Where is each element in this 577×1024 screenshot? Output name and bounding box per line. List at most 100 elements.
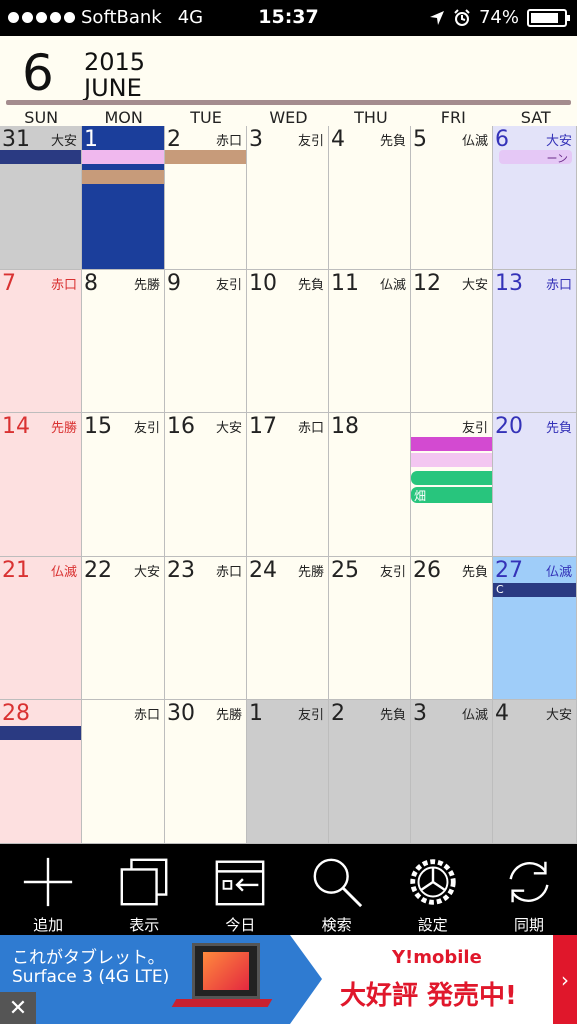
ad-brand: Y!mobile bbox=[392, 947, 482, 968]
rokuyo-label: 友引 bbox=[215, 277, 242, 293]
ad-close-button[interactable]: ✕ bbox=[0, 992, 36, 1024]
day-cell[interactable]: 1 友引 bbox=[247, 700, 329, 844]
event-bar[interactable]: C bbox=[493, 582, 576, 597]
plus-icon bbox=[23, 857, 73, 907]
day-cell[interactable]: 1 bbox=[82, 126, 165, 270]
day-number: 3 bbox=[413, 701, 427, 727]
day-cell[interactable]: 27 仏滅 C bbox=[493, 556, 577, 701]
rokuyo-label: 仏滅 bbox=[461, 134, 488, 149]
day-number: 21 bbox=[2, 557, 30, 583]
day-number: 25 bbox=[331, 557, 359, 583]
day-cell[interactable]: 10 先負 bbox=[247, 269, 329, 414]
day-number: 4 bbox=[495, 701, 509, 727]
rokuyo-label: 大安 bbox=[133, 564, 160, 580]
day-cell[interactable]: 14 先勝 bbox=[0, 413, 82, 557]
weekday-mon: MON bbox=[104, 108, 143, 127]
day-cell[interactable]: 7 赤口 bbox=[0, 269, 82, 414]
day-cell[interactable]: 2 先負 bbox=[329, 700, 411, 844]
event-bar[interactable] bbox=[0, 150, 81, 164]
day-number: 15 bbox=[84, 414, 112, 440]
weekday-fri: FRI bbox=[440, 108, 466, 127]
rokuyo-label: 先負 bbox=[379, 708, 406, 724]
ad-next-button[interactable]: › bbox=[553, 935, 577, 1024]
view-button[interactable]: 表示 bbox=[96, 844, 192, 935]
add-button[interactable]: 追加 bbox=[0, 844, 96, 935]
sync-button[interactable]: 同期 bbox=[481, 844, 577, 935]
rokuyo-label: 友引 bbox=[133, 421, 160, 437]
settings-button[interactable]: 設定 bbox=[385, 844, 481, 935]
day-cell[interactable]: 26 先負 bbox=[411, 556, 493, 701]
day-number: 16 bbox=[167, 414, 195, 440]
event-bar[interactable] bbox=[411, 437, 492, 452]
day-cell[interactable]: 2 赤口 bbox=[165, 126, 247, 270]
day-cell[interactable]: 4 大安 bbox=[493, 700, 577, 844]
day-number: 1 bbox=[249, 701, 263, 727]
rokuyo-label: 赤口 bbox=[50, 277, 77, 293]
status-right: 74% bbox=[429, 7, 570, 28]
day-number: 30 bbox=[167, 701, 195, 727]
rokuyo-label: 大安 bbox=[545, 134, 572, 149]
event-bar[interactable] bbox=[411, 453, 492, 468]
day-number: 24 bbox=[249, 557, 277, 583]
day-cell[interactable]: 赤口 bbox=[82, 700, 165, 844]
day-cell[interactable]: 23 赤口 bbox=[165, 556, 247, 701]
rokuyo-label: 友引 bbox=[461, 421, 488, 437]
day-cell[interactable]: 30 先勝 bbox=[165, 700, 247, 844]
day-cell[interactable]: 9 友引 bbox=[165, 269, 247, 414]
year-label: 2015 bbox=[84, 48, 146, 76]
rokuyo-label: 友引 bbox=[379, 564, 406, 580]
ad-banner[interactable]: これがタブレット。 Surface 3 (4G LTE) Y!mobile 大好… bbox=[0, 935, 577, 1024]
weekday-sat: SAT bbox=[520, 108, 551, 127]
event-bar[interactable] bbox=[411, 471, 492, 486]
day-cell[interactable]: 20 先負 bbox=[493, 413, 577, 557]
day-cell[interactable]: 18 bbox=[329, 413, 411, 557]
day-cell[interactable]: 24 先勝 bbox=[247, 556, 329, 701]
event-bar[interactable] bbox=[82, 150, 164, 164]
day-cell[interactable]: 8 先勝 bbox=[82, 269, 165, 414]
day-number: 27 bbox=[495, 557, 523, 583]
day-number: 20 bbox=[495, 414, 523, 440]
day-cell[interactable]: 5 仏滅 bbox=[411, 126, 493, 270]
day-cell[interactable]: 3 仏滅 bbox=[411, 700, 493, 844]
day-number: 4 bbox=[331, 127, 345, 152]
day-cell[interactable]: 22 大安 bbox=[82, 556, 165, 701]
day-cell[interactable]: 11 仏滅 bbox=[329, 269, 411, 414]
day-cell[interactable]: 28 bbox=[0, 700, 82, 844]
event-bar[interactable]: 畑 bbox=[411, 487, 492, 504]
weekday-wed: WED bbox=[269, 108, 308, 127]
day-cell[interactable]: 15 友引 bbox=[82, 413, 165, 557]
location-arrow-icon bbox=[429, 10, 444, 25]
day-number: 12 bbox=[413, 270, 441, 296]
day-cell[interactable]: 友引 畑 bbox=[411, 413, 493, 557]
weekday-thu: THU bbox=[354, 108, 388, 127]
ad-product: Surface 3 (4G LTE) bbox=[12, 967, 170, 987]
rokuyo-label: 先負 bbox=[461, 564, 488, 580]
day-cell[interactable]: 6 大安 ーン bbox=[493, 126, 577, 270]
battery-icon bbox=[527, 8, 570, 27]
event-bar[interactable] bbox=[82, 170, 164, 184]
view-label: 表示 bbox=[129, 916, 160, 934]
day-cell[interactable]: 25 友引 bbox=[329, 556, 411, 701]
day-cell[interactable]: 16 大安 bbox=[165, 413, 247, 557]
day-cell[interactable]: 4 先負 bbox=[329, 126, 411, 270]
day-number: 6 bbox=[495, 127, 509, 152]
event-bar[interactable] bbox=[0, 726, 81, 741]
rokuyo-label: 赤口 bbox=[215, 134, 242, 149]
day-cell[interactable]: 31 大安 bbox=[0, 126, 82, 270]
calendar-header: 6 2015 JUNE bbox=[0, 36, 577, 106]
day-cell[interactable]: 12 大安 bbox=[411, 269, 493, 414]
day-cell[interactable]: 17 赤口 bbox=[247, 413, 329, 557]
ad-arrow-shape bbox=[290, 935, 322, 1024]
view-windows-icon bbox=[120, 858, 168, 906]
day-number: 18 bbox=[331, 414, 359, 440]
event-bar[interactable]: ーン bbox=[499, 150, 572, 164]
event-bar[interactable] bbox=[165, 150, 246, 164]
day-cell[interactable]: 13 赤口 bbox=[493, 269, 577, 414]
day-number: 31 bbox=[2, 127, 30, 152]
day-number: 23 bbox=[167, 557, 195, 583]
day-cell[interactable]: 3 友引 bbox=[247, 126, 329, 270]
today-button[interactable]: 今日 bbox=[192, 844, 288, 935]
month-name-label: JUNE bbox=[84, 74, 142, 102]
search-button[interactable]: 検索 bbox=[289, 844, 385, 935]
day-cell[interactable]: 21 仏滅 bbox=[0, 556, 82, 701]
